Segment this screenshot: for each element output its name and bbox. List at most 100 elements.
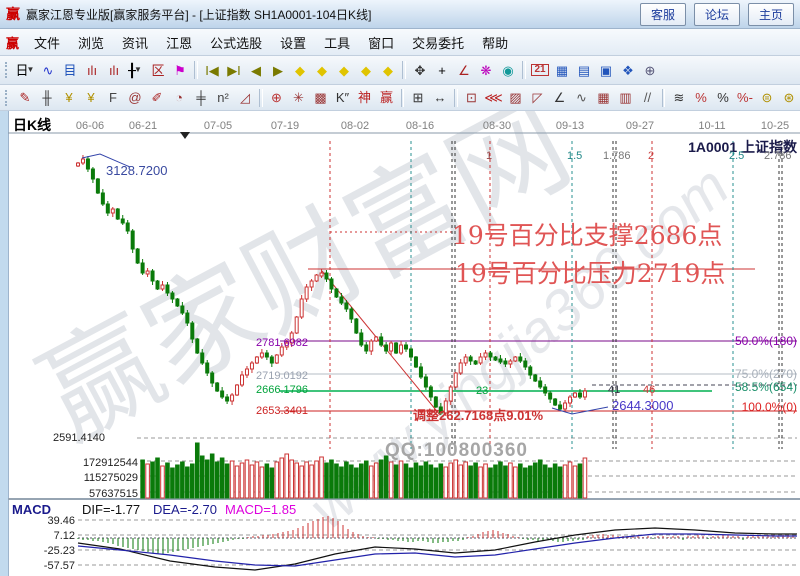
gann-shape-icon[interactable]: ❋ xyxy=(475,60,497,80)
zoom-cross-diamond-icon[interactable]: ◆ xyxy=(355,60,377,80)
set-square-icon[interactable]: ◿ xyxy=(234,88,256,108)
zoom-right-diamond-icon[interactable]: ◆ xyxy=(311,60,333,80)
angle-measure-icon[interactable]: ∠ xyxy=(453,60,475,80)
menu-item-2[interactable]: 资讯 xyxy=(113,36,157,51)
gold-circle1-icon[interactable]: ⊜ xyxy=(756,88,778,108)
ruler-ticks-icon[interactable]: ╫ xyxy=(36,88,58,108)
menu-item-8[interactable]: 交易委托 xyxy=(403,36,473,51)
menu-item-4[interactable]: 公式选股 xyxy=(201,36,271,51)
menu-item-0[interactable]: 文件 xyxy=(25,36,69,51)
save-icon[interactable]: ▣ xyxy=(595,60,617,80)
ruler-h-icon[interactable]: ╪ xyxy=(190,88,212,108)
prev-icon[interactable]: ◀ xyxy=(245,60,267,80)
crosshair-icon[interactable]: + xyxy=(431,60,453,80)
fan-corner-icon[interactable]: ◸ xyxy=(527,88,549,108)
notes-icon[interactable]: ▤ xyxy=(573,60,595,80)
toolbar-grip[interactable] xyxy=(5,62,11,78)
candle-icon[interactable]: ╂▼ xyxy=(125,60,147,80)
box-tool-icon[interactable]: ⊡ xyxy=(461,88,483,108)
menu-item-7[interactable]: 窗口 xyxy=(359,36,403,51)
date-label: 06-21 xyxy=(129,120,157,132)
ying-icon[interactable]: 赢 xyxy=(376,88,398,108)
span-arrow-icon[interactable]: ↔ xyxy=(429,88,451,108)
red-pen-icon[interactable]: ✎ xyxy=(14,88,36,108)
fan-box-icon[interactable]: ▨ xyxy=(505,88,527,108)
candle-body xyxy=(211,373,214,383)
k2-icon[interactable]: K″ xyxy=(332,88,354,108)
gold-ruler2-icon[interactable]: ¥ xyxy=(80,88,102,108)
target-icon[interactable]: ⊕ xyxy=(266,88,288,108)
trend-curve-icon[interactable]: ∿ xyxy=(37,60,59,80)
radial-web-icon[interactable]: ✳ xyxy=(288,88,310,108)
percent-line-icon[interactable]: %- xyxy=(734,88,756,108)
candle-body xyxy=(151,271,154,281)
level-list-icon[interactable]: ≋ xyxy=(668,88,690,108)
wave-tool-icon[interactable]: ∿ xyxy=(571,88,593,108)
toolbar-grip[interactable] xyxy=(5,90,10,106)
menu-item-9[interactable]: 帮助 xyxy=(473,36,517,51)
menu-logo-icon: 赢 xyxy=(6,33,19,52)
kline-style-icon[interactable]: 日▼ xyxy=(15,60,37,80)
compass-pen-icon[interactable]: ✐ xyxy=(146,88,168,108)
menu-item-3[interactable]: 江恩 xyxy=(157,36,201,51)
percent-tilt-icon[interactable]: % xyxy=(690,88,712,108)
info-note-icon[interactable]: 目 xyxy=(59,60,81,80)
zoom-left-diamond-icon[interactable]: ◆ xyxy=(289,60,311,80)
volume-bar xyxy=(558,467,562,498)
fan-lines-icon[interactable]: ⋘ xyxy=(483,88,505,108)
title-bar: 赢 赢家江恩专业版[赢家服务平台] - [上证指数 SH1A0001-104日K… xyxy=(0,0,800,29)
next-icon[interactable]: ▶ xyxy=(267,60,289,80)
candle-body xyxy=(489,353,492,357)
angle-line-icon[interactable]: ∠ xyxy=(549,88,571,108)
time-dial-icon[interactable]: ◔ xyxy=(168,88,190,108)
pan-hand-icon[interactable]: ✥ xyxy=(409,60,431,80)
volume-bar xyxy=(364,461,368,498)
spiral-icon[interactable]: @ xyxy=(124,88,146,108)
percent-icon[interactable]: % xyxy=(712,88,734,108)
first-page-icon[interactable]: I◀ xyxy=(201,60,223,80)
menu-item-6[interactable]: 工具 xyxy=(315,36,359,51)
export-icon[interactable]: ❖ xyxy=(617,60,639,80)
last-page-icon[interactable]: ▶I xyxy=(223,60,245,80)
titlebar-button-2[interactable]: 主页 xyxy=(748,3,794,26)
menu-item-5[interactable]: 设置 xyxy=(271,36,315,51)
volume-bar xyxy=(359,464,363,498)
volume-bar xyxy=(568,462,572,498)
volume-bar xyxy=(474,463,478,498)
ma-flag-icon[interactable]: ⚑ xyxy=(169,60,191,80)
volume-bar xyxy=(285,454,289,498)
parallel-icon[interactable]: // xyxy=(637,88,659,108)
chart-canvas[interactable]: 赢家财富网www.yingjia360.com06-0606-2107-0507… xyxy=(0,111,800,576)
zoom-all-diamond-icon[interactable]: ◆ xyxy=(377,60,399,80)
gold-ruler1-icon[interactable]: ¥ xyxy=(58,88,80,108)
grid-calc-icon[interactable]: ⊞ xyxy=(407,88,429,108)
titlebar-button-1[interactable]: 论坛 xyxy=(694,3,740,26)
candle-body xyxy=(499,359,502,362)
gold-circle2-icon[interactable]: ⊛ xyxy=(778,88,800,108)
volume-bar xyxy=(235,466,239,498)
n-squared-icon[interactable]: n² xyxy=(212,88,234,108)
volume-bar xyxy=(429,465,433,498)
brain-icon[interactable]: ◉ xyxy=(497,60,519,80)
grid-dense-icon[interactable]: ▦ xyxy=(593,88,615,108)
menu-item-1[interactable]: 浏览 xyxy=(69,36,113,51)
square-web-icon[interactable]: ▩ xyxy=(310,88,332,108)
grid-box-icon[interactable]: ▥ xyxy=(615,88,637,108)
candle-body xyxy=(96,179,99,193)
f-ruler-icon[interactable]: F xyxy=(102,88,124,108)
date-label: 08-02 xyxy=(341,120,369,132)
shen-icon[interactable]: 神 xyxy=(354,88,376,108)
candle-body xyxy=(111,209,114,213)
trade-cart-icon[interactable]: ⊕ xyxy=(639,60,661,80)
calendar-icon[interactable]: 21 xyxy=(529,60,551,80)
calculator-icon[interactable]: ▦ xyxy=(551,60,573,80)
zoom-h-diamond-icon[interactable]: ◆ xyxy=(333,60,355,80)
candle-body xyxy=(315,275,318,281)
bars-3-icon[interactable]: ılı xyxy=(81,60,103,80)
volume-bar xyxy=(340,467,344,498)
volume-bar xyxy=(464,462,468,498)
kx-frame-icon[interactable]: 区 xyxy=(147,60,169,80)
candle-body xyxy=(494,357,497,360)
titlebar-button-0[interactable]: 客服 xyxy=(640,3,686,26)
bars-9-icon[interactable]: ılı xyxy=(103,60,125,80)
